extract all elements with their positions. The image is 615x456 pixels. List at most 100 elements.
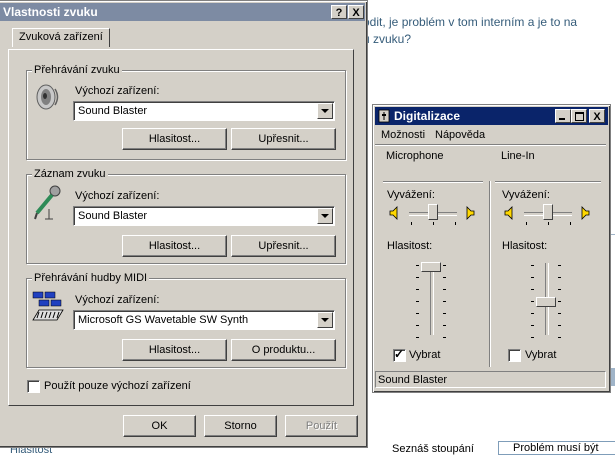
help-button[interactable]: ?: [331, 5, 347, 19]
tick: [416, 337, 419, 338]
apply-button[interactable]: Použít: [285, 415, 358, 437]
linein-balance-label: Vyvážení:: [502, 189, 550, 201]
playback-group-label: Přehrávání zvuku: [32, 64, 122, 76]
tick: [531, 301, 534, 302]
default-only-checkbox[interactable]: [27, 380, 40, 393]
tick: [526, 222, 527, 225]
tick: [443, 265, 446, 266]
mic-volume-label: Hlasitost:: [387, 240, 433, 252]
maximize-button[interactable]: [571, 109, 587, 123]
linein-select-checkbox[interactable]: [508, 349, 521, 362]
midi-group-label: Přehrávání hudby MIDI: [32, 272, 150, 284]
menu-separator: [375, 144, 606, 146]
speaker-right-icon: [466, 206, 475, 220]
tick: [558, 325, 561, 326]
midi-volume-button[interactable]: Hlasitost...: [122, 339, 227, 361]
close-button[interactable]: X: [348, 5, 364, 19]
channel-name-microphone: Microphone: [386, 150, 444, 162]
header-separator-2: [495, 181, 601, 183]
speaker-right-icon: [581, 206, 590, 220]
tick: [455, 222, 456, 225]
playback-device-value: Sound Blaster: [78, 105, 148, 117]
menu-help[interactable]: Nápověda: [435, 129, 485, 141]
tick: [531, 313, 534, 314]
midi-about-button[interactable]: O produktu...: [231, 339, 336, 361]
tick: [443, 313, 446, 314]
recording-advanced-button[interactable]: Upřesnit...: [231, 235, 336, 257]
tick: [416, 277, 419, 278]
cancel-button[interactable]: Storno: [204, 415, 277, 437]
sound-properties-window: Vlastnosti zvuku ? X Zvuková zařízení Př…: [0, 0, 368, 448]
tick: [443, 301, 446, 302]
status-bar: Sound Blaster: [375, 371, 606, 388]
sound-properties-title: Vlastnosti zvuku: [3, 5, 98, 19]
close-button[interactable]: X: [589, 109, 605, 123]
channel-divider: [489, 181, 491, 367]
speaker-left-icon: [504, 206, 513, 220]
chevron-down-icon[interactable]: [317, 103, 333, 119]
tick: [558, 277, 561, 278]
tick: [416, 301, 419, 302]
playback-volume-button[interactable]: Hlasitost...: [122, 128, 227, 150]
tick: [558, 289, 561, 290]
header-separator-1: [383, 181, 483, 183]
background-field[interactable]: Problém musí být: [498, 441, 615, 455]
midi-device-label: Výchozí zařízení:: [75, 294, 160, 306]
menu-options[interactable]: Možnosti: [381, 129, 425, 141]
mic-balance-label: Vyvážení:: [387, 189, 435, 201]
ok-button[interactable]: OK: [123, 415, 196, 437]
playback-device-label: Výchozí zařízení:: [75, 85, 160, 97]
tick: [570, 222, 571, 225]
recording-device-value: Sound Blaster: [78, 210, 148, 222]
tick: [531, 265, 534, 266]
linein-balance-slider[interactable]: [543, 204, 553, 220]
tick: [548, 222, 549, 225]
tab-sound-devices[interactable]: Zvuková zařízení: [12, 28, 110, 47]
midi-keyboard-icon: [32, 291, 64, 321]
mic-volume-track: [430, 263, 434, 335]
chevron-down-icon[interactable]: [317, 208, 333, 224]
midi-device-select[interactable]: Microsoft GS Wavetable SW Synth: [73, 310, 335, 330]
background-text-line1: odit, je problém v tom interním a je to …: [363, 15, 578, 29]
tick: [443, 337, 446, 338]
speaker-left-icon: [389, 206, 398, 220]
recording-device-select[interactable]: Sound Blaster: [73, 206, 335, 226]
background-text-line2: u zvuku?: [363, 32, 412, 46]
tick: [558, 337, 561, 338]
tick: [531, 325, 534, 326]
mic-balance-slider[interactable]: [428, 204, 438, 220]
digitalizace-title: Digitalizace: [394, 109, 461, 123]
tick: [531, 289, 534, 290]
digitalizace-titlebar[interactable]: Digitalizace X: [375, 107, 608, 125]
background-text-bottom-right: Seznáš stoupání: [392, 443, 474, 455]
tick: [443, 289, 446, 290]
mic-select-label: Vybrat: [409, 349, 441, 361]
sound-properties-titlebar[interactable]: Vlastnosti zvuku ? X: [0, 3, 365, 21]
speaker-icon: [36, 84, 59, 110]
mic-volume-slider[interactable]: [421, 262, 441, 272]
mic-select-checkbox[interactable]: [393, 347, 406, 362]
chevron-down-icon[interactable]: [317, 312, 333, 328]
tick: [558, 313, 561, 314]
tick: [416, 289, 419, 290]
digitalizace-window: Digitalizace X Možnosti Nápověda Microph…: [372, 104, 611, 393]
tick: [531, 277, 534, 278]
tick: [558, 301, 561, 302]
linein-volume-label: Hlasitost:: [502, 240, 548, 252]
linein-volume-slider[interactable]: [536, 297, 556, 307]
tick: [416, 325, 419, 326]
tick: [443, 325, 446, 326]
tick: [531, 337, 534, 338]
tick: [558, 265, 561, 266]
recording-volume-button[interactable]: Hlasitost...: [122, 235, 227, 257]
tick: [411, 222, 412, 225]
linein-select-label: Vybrat: [525, 349, 557, 361]
minimize-button[interactable]: [555, 109, 571, 123]
playback-advanced-button[interactable]: Upřesnit...: [231, 128, 336, 150]
tick: [433, 222, 434, 225]
midi-device-value: Microsoft GS Wavetable SW Synth: [78, 314, 249, 326]
status-text: Sound Blaster: [378, 374, 448, 386]
background-field-text: Problém musí být: [513, 442, 599, 454]
playback-device-select[interactable]: Sound Blaster: [73, 101, 335, 121]
recording-device-label: Výchozí zařízení:: [75, 190, 160, 202]
